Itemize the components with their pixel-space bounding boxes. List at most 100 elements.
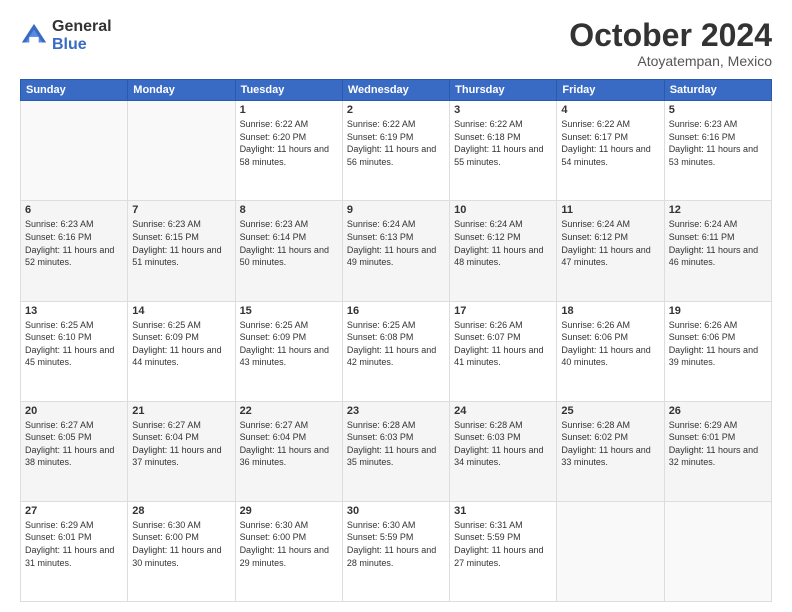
calendar-cell: 20 Sunrise: 6:27 AMSunset: 6:05 PMDayligh… [21, 401, 128, 501]
calendar-week-4: 20 Sunrise: 6:27 AMSunset: 6:05 PMDayligh… [21, 401, 772, 501]
day-info: Sunrise: 6:29 AMSunset: 6:01 PMDaylight:… [25, 519, 123, 569]
calendar-cell: 27 Sunrise: 6:29 AMSunset: 6:01 PMDayligh… [21, 501, 128, 601]
day-number: 1 [240, 104, 338, 116]
location: Atoyatempan, Mexico [569, 53, 772, 69]
month-title: October 2024 [569, 18, 772, 53]
weekday-header-row: SundayMondayTuesdayWednesdayThursdayFrid… [21, 80, 772, 101]
weekday-header-tuesday: Tuesday [235, 80, 342, 101]
calendar-cell: 17Sunrise: 6:26 AMSunset: 6:07 PMDayligh… [450, 301, 557, 401]
logo-text: General Blue [52, 18, 112, 53]
calendar-cell: 6Sunrise: 6:23 AMSunset: 6:16 PMDaylight… [21, 201, 128, 301]
day-info: Sunrise: 6:23 AMSunset: 6:15 PMDaylight:… [132, 218, 230, 268]
calendar-cell: 26 Sunrise: 6:29 AMSunset: 6:01 PMDayligh… [664, 401, 771, 501]
calendar-table: SundayMondayTuesdayWednesdayThursdayFrid… [20, 79, 772, 602]
calendar-cell: 30Sunrise: 6:30 AMSunset: 5:59 PMDayligh… [342, 501, 449, 601]
day-info: Sunrise: 6:30 AMSunset: 5:59 PMDaylight:… [347, 519, 445, 569]
day-info: Sunrise: 6:29 AMSunset: 6:01 PMDaylight:… [669, 419, 767, 469]
calendar-cell: 2 Sunrise: 6:22 AMSunset: 6:19 PMDaylight… [342, 101, 449, 201]
calendar-cell: 14 Sunrise: 6:25 AMSunset: 6:09 PMDayligh… [128, 301, 235, 401]
day-info: Sunrise: 6:25 AMSunset: 6:09 PMDaylight:… [132, 319, 230, 369]
day-info: Sunrise: 6:25 AMSunset: 6:09 PMDaylight:… [240, 319, 338, 369]
weekday-header-saturday: Saturday [664, 80, 771, 101]
day-number: 12 [669, 204, 767, 216]
day-number: 14 [132, 305, 230, 317]
calendar-cell: 8Sunrise: 6:23 AMSunset: 6:14 PMDaylight… [235, 201, 342, 301]
calendar-cell: 7 Sunrise: 6:23 AMSunset: 6:15 PMDaylight… [128, 201, 235, 301]
day-info: Sunrise: 6:27 AMSunset: 6:04 PMDaylight:… [132, 419, 230, 469]
calendar-header: SundayMondayTuesdayWednesdayThursdayFrid… [21, 80, 772, 101]
day-info: Sunrise: 6:27 AMSunset: 6:04 PMDaylight:… [240, 419, 338, 469]
day-number: 27 [25, 505, 123, 517]
weekday-header-wednesday: Wednesday [342, 80, 449, 101]
calendar-cell [557, 501, 664, 601]
day-number: 28 [132, 505, 230, 517]
day-info: Sunrise: 6:22 AMSunset: 6:17 PMDaylight:… [561, 118, 659, 168]
calendar-week-2: 6Sunrise: 6:23 AMSunset: 6:16 PMDaylight… [21, 201, 772, 301]
day-info: Sunrise: 6:26 AMSunset: 6:06 PMDaylight:… [669, 319, 767, 369]
day-info: Sunrise: 6:30 AMSunset: 6:00 PMDaylight:… [132, 519, 230, 569]
day-number: 9 [347, 204, 445, 216]
day-number: 20 [25, 405, 123, 417]
day-info: Sunrise: 6:25 AMSunset: 6:08 PMDaylight:… [347, 319, 445, 369]
day-info: Sunrise: 6:27 AMSunset: 6:05 PMDaylight:… [25, 419, 123, 469]
day-number: 10 [454, 204, 552, 216]
day-info: Sunrise: 6:22 AMSunset: 6:19 PMDaylight:… [347, 118, 445, 168]
weekday-header-monday: Monday [128, 80, 235, 101]
day-number: 2 [347, 104, 445, 116]
day-info: Sunrise: 6:28 AMSunset: 6:03 PMDaylight:… [454, 419, 552, 469]
day-number: 19 [669, 305, 767, 317]
day-number: 26 [669, 405, 767, 417]
day-number: 22 [240, 405, 338, 417]
weekday-header-friday: Friday [557, 80, 664, 101]
calendar-cell: 5Sunrise: 6:23 AMSunset: 6:16 PMDaylight… [664, 101, 771, 201]
day-number: 31 [454, 505, 552, 517]
calendar-cell: 22 Sunrise: 6:27 AMSunset: 6:04 PMDayligh… [235, 401, 342, 501]
calendar-cell: 9Sunrise: 6:24 AMSunset: 6:13 PMDaylight… [342, 201, 449, 301]
day-number: 5 [669, 104, 767, 116]
calendar-cell: 3Sunrise: 6:22 AMSunset: 6:18 PMDaylight… [450, 101, 557, 201]
calendar-cell: 24 Sunrise: 6:28 AMSunset: 6:03 PMDayligh… [450, 401, 557, 501]
logo: General Blue [20, 18, 112, 53]
day-info: Sunrise: 6:25 AMSunset: 6:10 PMDaylight:… [25, 319, 123, 369]
calendar-cell: 21 Sunrise: 6:27 AMSunset: 6:04 PMDayligh… [128, 401, 235, 501]
day-number: 4 [561, 104, 659, 116]
calendar-cell: 1Sunrise: 6:22 AMSunset: 6:20 PMDaylight… [235, 101, 342, 201]
day-info: Sunrise: 6:23 AMSunset: 6:14 PMDaylight:… [240, 218, 338, 268]
calendar-cell: 13 Sunrise: 6:25 AMSunset: 6:10 PMDayligh… [21, 301, 128, 401]
logo-general-text: General [52, 18, 112, 36]
day-info: Sunrise: 6:31 AMSunset: 5:59 PMDaylight:… [454, 519, 552, 569]
calendar-cell: 28 Sunrise: 6:30 AMSunset: 6:00 PMDayligh… [128, 501, 235, 601]
calendar-cell: 31 Sunrise: 6:31 AMSunset: 5:59 PMDayligh… [450, 501, 557, 601]
calendar-cell: 25Sunrise: 6:28 AMSunset: 6:02 PMDayligh… [557, 401, 664, 501]
calendar-cell: 23Sunrise: 6:28 AMSunset: 6:03 PMDayligh… [342, 401, 449, 501]
day-number: 24 [454, 405, 552, 417]
calendar-cell: 11 Sunrise: 6:24 AMSunset: 6:12 PMDayligh… [557, 201, 664, 301]
calendar-week-5: 27 Sunrise: 6:29 AMSunset: 6:01 PMDayligh… [21, 501, 772, 601]
calendar-cell [21, 101, 128, 201]
day-number: 15 [240, 305, 338, 317]
calendar-week-3: 13 Sunrise: 6:25 AMSunset: 6:10 PMDayligh… [21, 301, 772, 401]
weekday-header-thursday: Thursday [450, 80, 557, 101]
calendar-week-1: 1Sunrise: 6:22 AMSunset: 6:20 PMDaylight… [21, 101, 772, 201]
calendar-cell: 4 Sunrise: 6:22 AMSunset: 6:17 PMDaylight… [557, 101, 664, 201]
day-number: 25 [561, 405, 659, 417]
day-info: Sunrise: 6:24 AMSunset: 6:12 PMDaylight:… [561, 218, 659, 268]
logo-blue-text: Blue [52, 36, 112, 54]
day-info: Sunrise: 6:26 AMSunset: 6:07 PMDaylight:… [454, 319, 552, 369]
calendar-cell: 19 Sunrise: 6:26 AMSunset: 6:06 PMDayligh… [664, 301, 771, 401]
header: General Blue October 2024 Atoyatempan, M… [20, 18, 772, 69]
day-number: 18 [561, 305, 659, 317]
day-info: Sunrise: 6:30 AMSunset: 6:00 PMDaylight:… [240, 519, 338, 569]
day-info: Sunrise: 6:24 AMSunset: 6:12 PMDaylight:… [454, 218, 552, 268]
calendar-cell: 16Sunrise: 6:25 AMSunset: 6:08 PMDayligh… [342, 301, 449, 401]
logo-icon [20, 22, 48, 50]
day-number: 3 [454, 104, 552, 116]
day-number: 11 [561, 204, 659, 216]
day-number: 6 [25, 204, 123, 216]
day-number: 13 [25, 305, 123, 317]
day-number: 7 [132, 204, 230, 216]
calendar-cell: 18Sunrise: 6:26 AMSunset: 6:06 PMDayligh… [557, 301, 664, 401]
calendar-cell [664, 501, 771, 601]
weekday-header-sunday: Sunday [21, 80, 128, 101]
day-number: 21 [132, 405, 230, 417]
